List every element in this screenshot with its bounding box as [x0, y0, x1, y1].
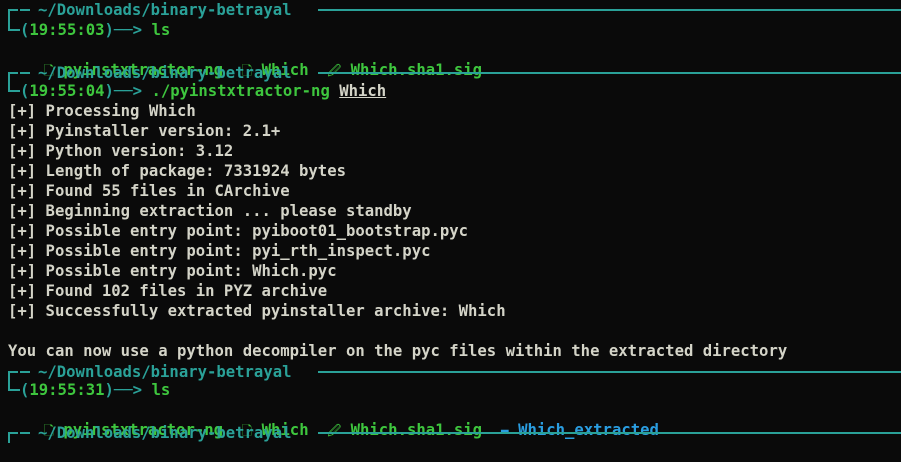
output-line: [+] Beginning extraction ... please stan…: [8, 202, 412, 220]
output-line: [+] Possible entry point: pyiboot01_boot…: [8, 222, 469, 240]
command-text: ls: [151, 381, 171, 399]
prompt-time: 19:55:03: [29, 21, 105, 39]
output-line: [+] Successfully extracted pyinstaller a…: [8, 302, 506, 320]
prompt-path: ~/Downloads/binary-betrayal: [38, 363, 292, 381]
command-argument: Which: [339, 82, 387, 100]
prompt-header: ~/Downloads/binary-betrayal: [0, 423, 901, 443]
output-line: [+] Processing Which: [8, 102, 196, 120]
output-line: You can now use a python decompiler on t…: [8, 342, 788, 360]
output-line: [+] Possible entry point: Which.pyc: [8, 262, 337, 280]
command-text: ls: [151, 21, 171, 39]
output-line: [+] Found 102 files in PYZ archive: [8, 282, 328, 300]
prompt-line: (19:55:31)──> ls: [0, 380, 901, 400]
output-line: [+] Found 55 files in CArchive: [8, 182, 290, 200]
terminal-window[interactable]: ~/Downloads/binary-betrayal (19:55:03)──…: [0, 0, 901, 443]
prompt-path: ~/Downloads/binary-betrayal: [38, 424, 292, 442]
prompt-time: 19:55:04: [29, 82, 105, 100]
command-text: ./pyinstxtractor-ng: [151, 82, 330, 100]
prompt-header: ~/Downloads/binary-betrayal: [0, 0, 901, 20]
output-line: [+] Possible entry point: pyi_rth_inspec…: [8, 242, 431, 260]
prompt-path: ~/Downloads/binary-betrayal: [38, 64, 292, 82]
prompt-line: (19:55:04)──> ./pyinstxtractor-ng Which: [0, 81, 901, 101]
ls-output: 🗋 pyinstxtractor-ng 🗋 Which 🖉 Which.sha1…: [6, 40, 483, 79]
output-line: [+] Pyinstaller version: 2.1+: [8, 122, 281, 140]
prompt-line: (19:55:03)──> ls: [0, 20, 901, 40]
prompt-time: 19:55:31: [29, 381, 105, 399]
ls-output: 🗋 pyinstxtractor-ng 🗋 Which 🖉 Which.sha1…: [6, 400, 659, 439]
output-line: [+] Length of package: 7331924 bytes: [8, 162, 346, 180]
prompt-header: ~/Downloads/binary-betrayal: [0, 362, 901, 382]
prompt-header: ~/Downloads/binary-betrayal: [0, 63, 901, 83]
prompt-path: ~/Downloads/binary-betrayal: [38, 1, 292, 19]
output-line: [+] Python version: 3.12: [8, 142, 234, 160]
